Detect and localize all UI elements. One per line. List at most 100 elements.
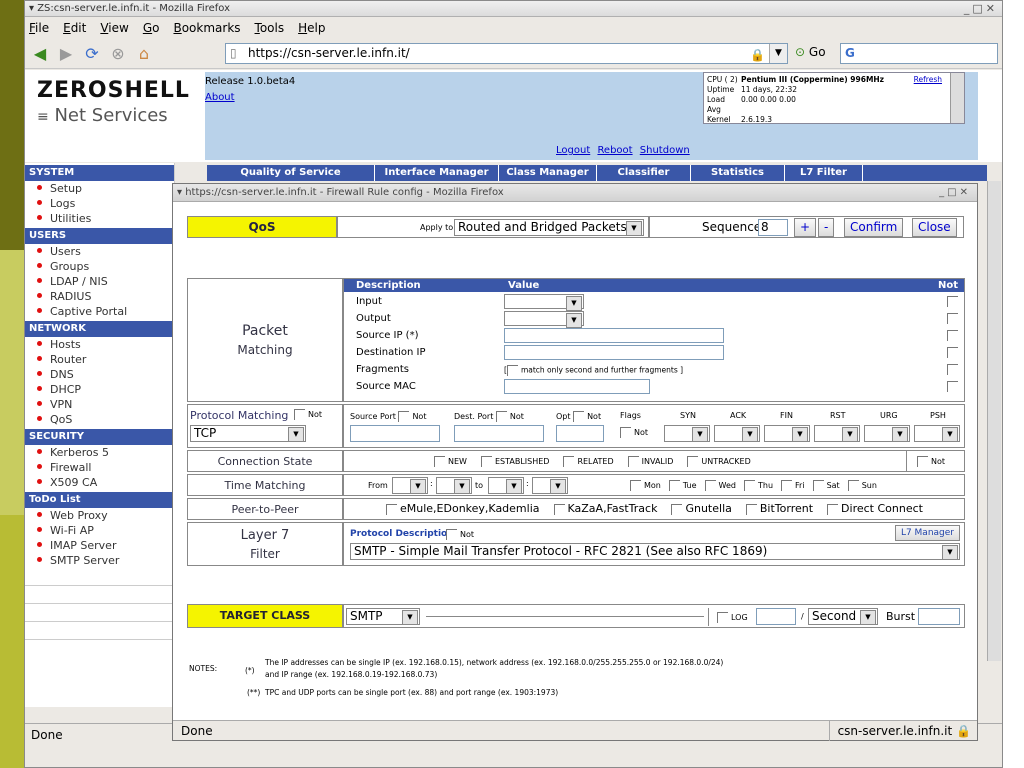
p2p-direct-connect[interactable]: Direct Connect [827, 502, 923, 515]
log-checkbox[interactable]: LOG [708, 608, 748, 626]
apply-to-select[interactable]: Routed and Bridged Packets [454, 219, 644, 236]
menu-file[interactable]: File [29, 21, 49, 35]
day-wed[interactable]: Wed [704, 480, 736, 491]
reload-icon[interactable]: ⟳ [81, 43, 103, 65]
sequence-plus-button[interactable]: + [794, 218, 817, 237]
close-icon[interactable]: ✕ [986, 2, 998, 15]
pm-not-checkbox[interactable] [947, 330, 958, 341]
popup-minimize-icon[interactable]: _ [939, 187, 947, 198]
confirm-button[interactable]: Confirm [844, 218, 904, 237]
logout-link[interactable]: Logout [556, 145, 590, 156]
sidebar-item-setup[interactable]: Setup [25, 181, 174, 196]
sidebar-item-logs[interactable]: Logs [25, 196, 174, 211]
search-input[interactable]: G [840, 43, 998, 64]
p2p-kazaa-fasttrack[interactable]: KaZaA,FastTrack [553, 502, 657, 515]
lock-icon[interactable]: 🔒 [750, 46, 765, 65]
from-minute-select[interactable] [436, 477, 472, 494]
day-sun[interactable]: Sun [847, 480, 877, 491]
conn-state-related[interactable]: RELATED [563, 456, 614, 467]
pm-not-checkbox[interactable] [947, 347, 958, 358]
popup-arrow-icon[interactable]: ▾ [177, 187, 185, 198]
home-icon[interactable]: ⌂ [133, 43, 155, 65]
forward-icon[interactable]: ▶ [55, 43, 77, 65]
source-mac-input[interactable] [504, 379, 650, 394]
p2p-gnutella[interactable]: Gnutella [671, 502, 732, 515]
day-tue[interactable]: Tue [668, 480, 697, 491]
sidebar-item-firewall[interactable]: Firewall [25, 460, 174, 475]
sidebar-item-ldap-nis[interactable]: LDAP / NIS [25, 274, 174, 289]
source-ip-input[interactable] [504, 328, 724, 343]
to-hour-select[interactable] [488, 477, 524, 494]
sidebar-item-groups[interactable]: Groups [25, 259, 174, 274]
sidebar-item-users[interactable]: Users [25, 244, 174, 259]
pm-not-checkbox[interactable] [947, 296, 958, 307]
sidebar-item-dhcp[interactable]: DHCP [25, 382, 174, 397]
go-button[interactable]: ⊙ Go [795, 45, 826, 59]
p2p-bittorrent[interactable]: BitTorrent [745, 502, 813, 515]
url-dropdown-icon[interactable]: ▼ [769, 44, 787, 63]
dest-port-input[interactable] [454, 425, 544, 442]
tab-class-manager[interactable]: Class Manager [499, 165, 597, 181]
conn-state-not[interactable]: Not [906, 451, 945, 471]
input-interface-select[interactable] [504, 294, 584, 311]
refresh-link[interactable]: Refresh [914, 75, 942, 85]
day-thu[interactable]: Thu [744, 480, 773, 491]
flag-psh-select[interactable] [914, 425, 960, 442]
popup-lock-icon[interactable]: 🔒 [956, 724, 971, 738]
sidebar-item-vpn[interactable]: VPN [25, 397, 174, 412]
popup-maximize-icon[interactable]: □ [947, 187, 959, 198]
flag-syn-select[interactable] [664, 425, 710, 442]
flag-ack-select[interactable] [714, 425, 760, 442]
protocol-select[interactable]: TCP [190, 425, 306, 442]
l7-not[interactable]: Not [446, 529, 474, 540]
menu-go[interactable]: Go [143, 21, 160, 35]
output-interface-select[interactable] [504, 311, 584, 328]
stop-icon[interactable]: ⊗ [107, 43, 129, 65]
sidebar-item-captive-portal[interactable]: Captive Portal [25, 304, 174, 319]
destination-ip-input[interactable] [504, 345, 724, 360]
info-scrollbar[interactable] [950, 73, 964, 123]
sequence-minus-button[interactable]: - [818, 218, 835, 237]
sidebar-item-qos[interactable]: QoS [25, 412, 174, 427]
conn-state-invalid[interactable]: INVALID [627, 456, 673, 467]
sidebar-item-kerberos-5[interactable]: Kerberos 5 [25, 445, 174, 460]
menu-help[interactable]: Help [298, 21, 325, 35]
tab-statistics[interactable]: Statistics [691, 165, 785, 181]
opt-input[interactable] [556, 425, 604, 442]
target-class-select[interactable]: SMTP [346, 608, 420, 625]
flag-fin-select[interactable] [764, 425, 810, 442]
day-fri[interactable]: Fri [781, 480, 805, 491]
sidebar-item-wi-fi-ap[interactable]: Wi-Fi AP [25, 523, 174, 538]
log-rate-input[interactable] [756, 608, 796, 625]
sidebar-item-smtp-server[interactable]: SMTP Server [25, 553, 174, 568]
shutdown-link[interactable]: Shutdown [640, 145, 690, 156]
flags-not[interactable]: Not [620, 427, 648, 438]
sidebar-item-imap-server[interactable]: IMAP Server [25, 538, 174, 553]
sequence-input[interactable]: 8 [758, 219, 788, 236]
sidebar-item-hosts[interactable]: Hosts [25, 337, 174, 352]
menu-view[interactable]: View [100, 21, 128, 35]
reboot-link[interactable]: Reboot [597, 145, 632, 156]
conn-state-established[interactable]: ESTABLISHED [480, 456, 549, 467]
conn-state-new[interactable]: NEW [434, 456, 467, 467]
tab-interface-manager[interactable]: Interface Manager [375, 165, 499, 181]
maximize-icon[interactable]: □ [972, 2, 985, 15]
menu-edit[interactable]: Edit [63, 21, 86, 35]
page-scrollbar[interactable] [987, 181, 1001, 661]
pm-not-checkbox[interactable] [947, 313, 958, 324]
close-button[interactable]: Close [912, 218, 957, 237]
url-bar[interactable]: ▯ https://csn-server.le.infn.it/ 🔒 ▼ [225, 43, 788, 64]
tab-classifier[interactable]: Classifier [597, 165, 691, 181]
source-port-input[interactable] [350, 425, 440, 442]
conn-state-untracked[interactable]: UNTRACKED [687, 456, 751, 467]
flag-urg-select[interactable] [864, 425, 910, 442]
sidebar-item-dns[interactable]: DNS [25, 367, 174, 382]
day-sat[interactable]: Sat [812, 480, 840, 491]
pm-not-checkbox[interactable] [947, 381, 958, 392]
sidebar-item-utilities[interactable]: Utilities [25, 211, 174, 226]
p2p-emule-edonkey-kademlia[interactable]: eMule,EDonkey,Kademlia [386, 502, 540, 515]
day-mon[interactable]: Mon [630, 480, 661, 491]
l7-protocol-select[interactable]: SMTP - Simple Mail Transfer Protocol - R… [350, 543, 960, 560]
from-hour-select[interactable] [392, 477, 428, 494]
l7-manager-button[interactable]: L7 Manager [894, 525, 960, 541]
